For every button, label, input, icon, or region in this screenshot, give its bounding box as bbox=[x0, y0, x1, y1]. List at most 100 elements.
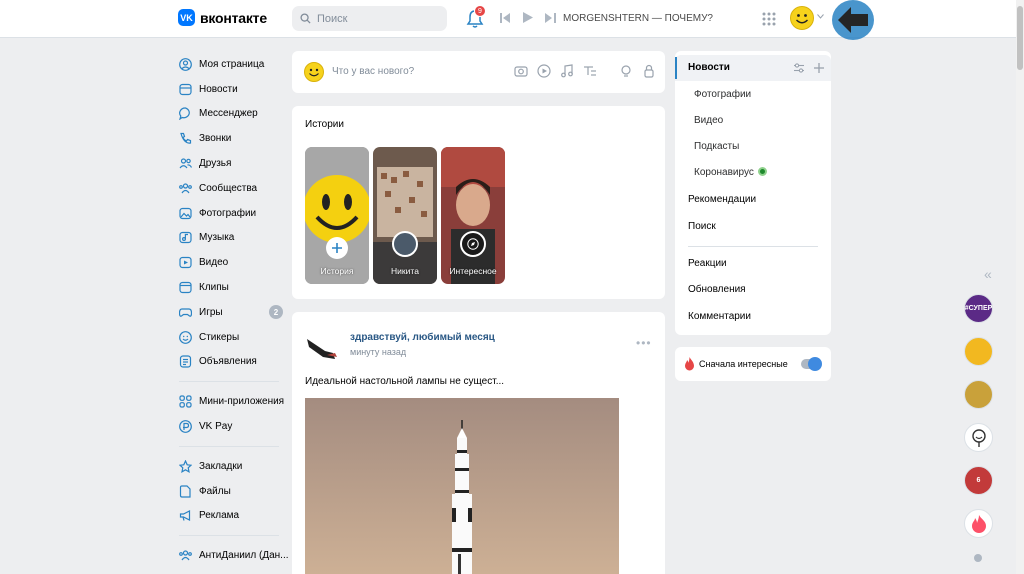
nav-item-label: Фотографии bbox=[199, 207, 257, 219]
add-tab-icon[interactable] bbox=[813, 62, 825, 74]
next-track-icon[interactable] bbox=[545, 12, 556, 23]
now-playing-track[interactable]: MORGENSHTERN — ПОЧЕМУ? bbox=[563, 13, 713, 24]
story-label: Интересное bbox=[449, 266, 497, 276]
menu-item-podcasts[interactable]: Подкасты bbox=[694, 141, 739, 152]
nav-item[interactable]: Видео bbox=[179, 250, 289, 275]
nav-item[interactable]: Объявления bbox=[179, 350, 289, 375]
filter-settings-icon[interactable] bbox=[793, 62, 805, 74]
nav-item[interactable]: АнтиДаниил (Дан... bbox=[179, 543, 289, 568]
photo-icon bbox=[179, 207, 192, 219]
search-box[interactable] bbox=[292, 6, 447, 31]
nav-item[interactable]: Мини-приложения bbox=[179, 389, 289, 414]
search-icon bbox=[300, 13, 311, 24]
post-author-name[interactable]: здравствуй, любимый месяц bbox=[350, 332, 495, 343]
menu-item-comments[interactable]: Комментарии bbox=[688, 311, 751, 322]
video-icon bbox=[179, 257, 192, 269]
collapse-chats-button[interactable]: « bbox=[984, 266, 992, 282]
search-input[interactable] bbox=[317, 12, 437, 25]
compass-icon bbox=[467, 238, 479, 250]
play-icon[interactable] bbox=[523, 12, 533, 23]
chat-avatar-label: #СУПЕР bbox=[964, 305, 993, 312]
nav-item-label: Объявления bbox=[199, 356, 257, 368]
nav-item[interactable]: VK Pay bbox=[179, 414, 289, 439]
nav-item[interactable]: Фотографии bbox=[179, 201, 289, 226]
menu-item-search[interactable]: Поиск bbox=[688, 221, 716, 232]
chat-avatar[interactable] bbox=[964, 423, 993, 452]
vk-logo-text: вконтакте bbox=[200, 9, 267, 26]
profile-avatar[interactable] bbox=[790, 6, 814, 30]
camera-icon[interactable] bbox=[514, 64, 528, 78]
story-add[interactable]: История bbox=[305, 147, 369, 284]
page-scrollbar[interactable] bbox=[1016, 0, 1024, 574]
music-note-icon[interactable] bbox=[560, 64, 574, 78]
nav-item[interactable]: Звонки bbox=[179, 126, 289, 151]
left-navigation: Моя страница Новости Мессенджер Звонки Друзь… bbox=[179, 52, 289, 568]
gamepad-icon bbox=[179, 308, 192, 317]
nav-item[interactable]: Музыка bbox=[179, 226, 289, 251]
nav-item[interactable]: Новости bbox=[179, 77, 289, 102]
chat-avatar[interactable] bbox=[964, 380, 993, 409]
stories-block: Истории История Никита Интересное bbox=[292, 106, 665, 299]
nav-item[interactable]: Мессенджер bbox=[179, 102, 289, 127]
nav-divider bbox=[179, 381, 279, 383]
rocket-lamp-image bbox=[305, 398, 619, 574]
sort-toggle-card: Сначала интересные bbox=[675, 347, 831, 381]
feed-post: здравствуй, любимый месяц минуту назад •… bbox=[292, 312, 665, 574]
vkpay-icon bbox=[179, 420, 192, 433]
chat-avatar[interactable] bbox=[964, 337, 993, 366]
chat-avatar[interactable]: #СУПЕР bbox=[964, 294, 993, 323]
nav-item-badge: 2 bbox=[269, 305, 283, 320]
post-photo[interactable] bbox=[305, 398, 619, 574]
nav-item[interactable]: Стикеры bbox=[179, 325, 289, 350]
menu-item-coronavirus[interactable]: Коронавирус bbox=[694, 167, 767, 178]
post-more-button[interactable]: ••• bbox=[636, 336, 652, 350]
nav-item-label: Стикеры bbox=[199, 331, 240, 343]
vk-logo-mark: VK bbox=[178, 9, 195, 26]
notifications-badge: 9 bbox=[474, 5, 486, 17]
composer-placeholder[interactable]: Что у вас нового? bbox=[332, 66, 414, 77]
menu-item-recommendations[interactable]: Рекомендации bbox=[688, 194, 756, 205]
plus-icon bbox=[332, 243, 342, 253]
nav-item[interactable]: Сообщества bbox=[179, 176, 289, 201]
sort-toggle-switch[interactable] bbox=[801, 357, 822, 371]
sticker-icon bbox=[179, 330, 192, 344]
post-composer[interactable]: Что у вас нового? bbox=[292, 51, 665, 93]
article-icon[interactable] bbox=[583, 64, 597, 78]
lightbulb-icon[interactable] bbox=[619, 64, 633, 78]
message-icon bbox=[179, 107, 190, 121]
nav-item[interactable]: Файлы bbox=[179, 479, 289, 504]
scrollbar-thumb[interactable] bbox=[1017, 6, 1023, 70]
music-icon bbox=[179, 232, 192, 244]
news-filter-menu: Новости Фотографии Видео Подкасты Корона… bbox=[675, 51, 831, 335]
nav-item[interactable]: Моя страница bbox=[179, 52, 289, 77]
story-add-preview bbox=[305, 147, 369, 284]
chat-avatar-label: 6 bbox=[976, 477, 981, 484]
menu-item-reactions[interactable]: Реакции bbox=[688, 258, 727, 269]
menu-item-news[interactable]: Новости bbox=[688, 62, 730, 73]
story-interesting[interactable]: Интересное bbox=[441, 147, 505, 284]
video-icon[interactable] bbox=[537, 64, 551, 78]
chevron-down-icon[interactable] bbox=[817, 14, 824, 19]
nav-item[interactable]: Друзья bbox=[179, 151, 289, 176]
apps-grid-icon[interactable] bbox=[762, 12, 776, 26]
nav-item[interactable]: Закладки bbox=[179, 454, 289, 479]
nav-item-label: VK Pay bbox=[199, 421, 233, 433]
menu-item-updates[interactable]: Обновления bbox=[688, 284, 746, 295]
user-circle-icon bbox=[179, 57, 192, 71]
menu-item-videos[interactable]: Видео bbox=[694, 115, 723, 126]
post-timestamp[interactable]: минуту назад bbox=[350, 347, 406, 357]
previous-track-icon[interactable] bbox=[500, 12, 511, 23]
lock-icon[interactable] bbox=[642, 64, 656, 78]
post-author-avatar[interactable] bbox=[305, 329, 337, 361]
nav-item[interactable]: Клипы bbox=[179, 275, 289, 300]
vk-logo[interactable]: VK вконтакте bbox=[178, 9, 267, 26]
nav-item[interactable]: Игры 2 bbox=[179, 300, 289, 325]
chat-more-icon[interactable] bbox=[974, 554, 982, 562]
nav-item-label: Закладки bbox=[199, 460, 243, 472]
chat-avatar[interactable]: 6 bbox=[964, 466, 993, 495]
chat-avatar[interactable] bbox=[964, 509, 993, 538]
add-story-button[interactable] bbox=[326, 237, 348, 259]
nav-item[interactable]: Реклама bbox=[179, 504, 289, 529]
menu-item-photos[interactable]: Фотографии bbox=[694, 89, 751, 100]
story-nikita[interactable]: Никита bbox=[373, 147, 437, 284]
